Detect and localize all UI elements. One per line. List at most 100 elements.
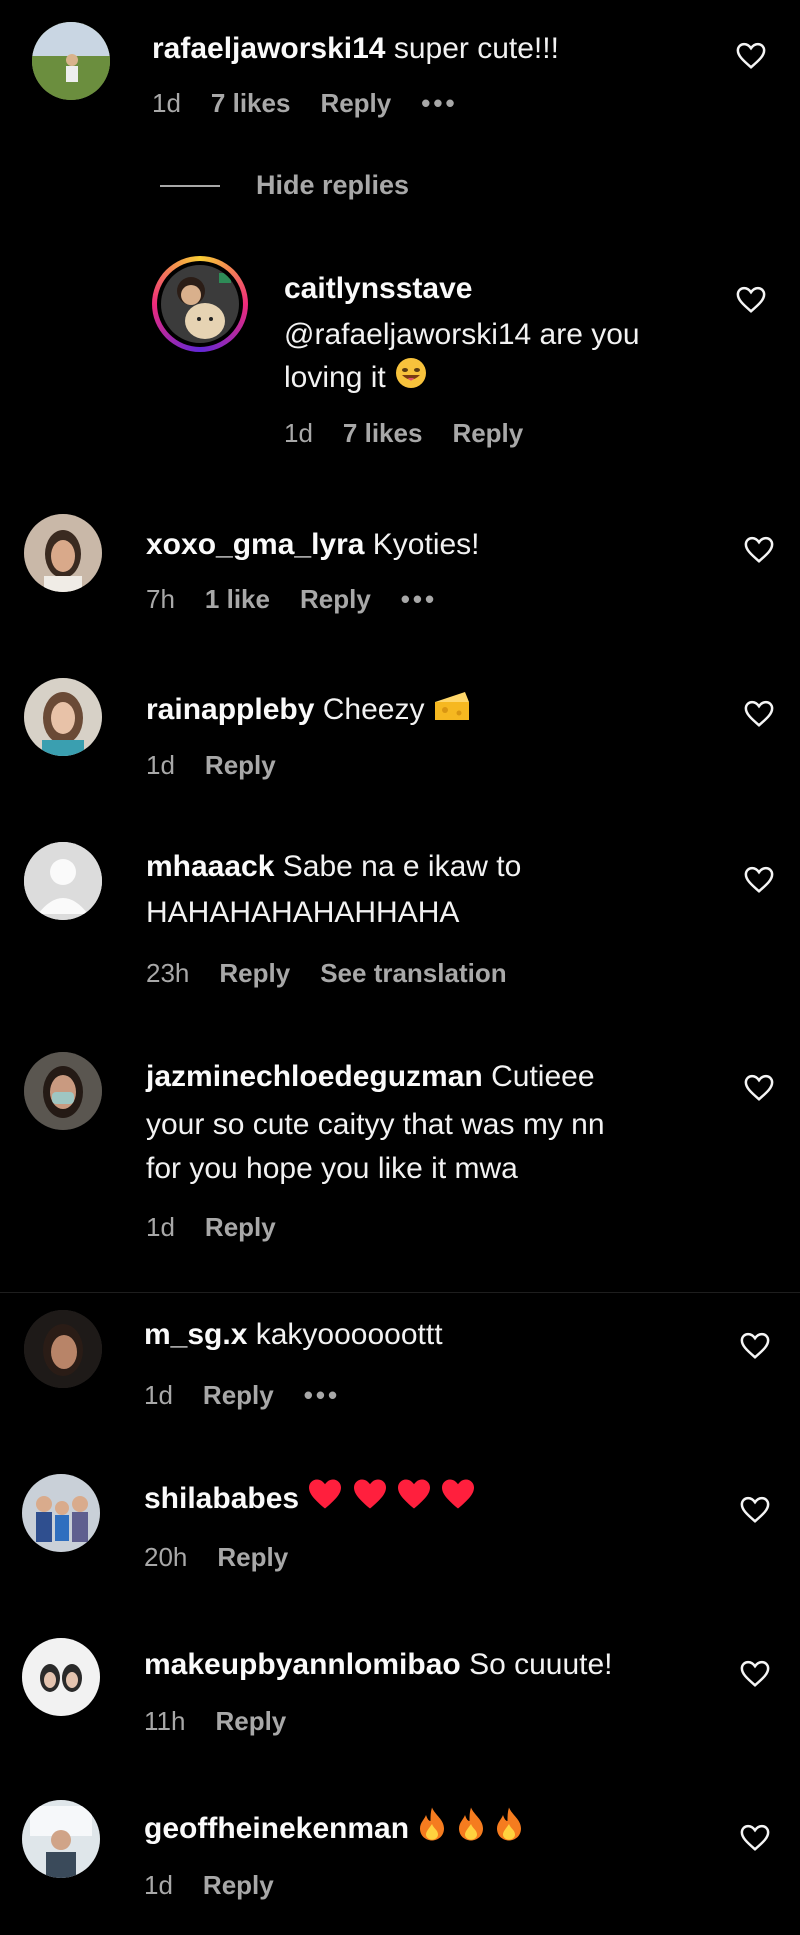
more-dots-icon[interactable]: ••• [304,1380,340,1411]
heart-outline-icon[interactable] [744,866,774,894]
comment-text: geoffheinekenman [144,1806,524,1854]
avatar[interactable] [24,1310,102,1388]
username[interactable]: caitlynsstave [284,272,472,305]
comment-body: So cuuute! [469,1648,613,1681]
reply-button[interactable]: Reply [217,1542,288,1573]
reply-button[interactable]: Reply [452,418,523,449]
comment-body-line3: for you hope you like it mwa [146,1152,518,1185]
divider [0,1292,800,1293]
avatar [161,265,239,343]
comment-body: Kyoties! [372,528,480,561]
username[interactable]: rainappleby [146,693,314,726]
comment-meta: 7h 1 like Reply ••• [146,584,437,615]
red-heart-emoji-icon [396,1478,432,1522]
username[interactable]: shilababes [144,1482,299,1515]
avatar[interactable] [24,678,102,756]
timestamp: 1d [152,88,181,118]
comment-text: makeupbyannlomibao So cuuute! [144,1644,613,1686]
timestamp: 11h [144,1706,186,1736]
reply-button[interactable]: Reply [205,750,276,781]
heart-outline-icon[interactable] [740,1332,770,1360]
avatar-default[interactable] [24,842,102,920]
heart-outline-icon[interactable] [736,42,766,70]
comment-text: jazminechloedeguzman Cutieee [146,1056,595,1098]
avatar[interactable] [22,1800,100,1878]
reply-button[interactable]: Reply [219,958,290,989]
timestamp: 1d [284,418,313,448]
likes-count[interactable]: 1 like [205,584,270,615]
heart-outline-icon[interactable] [744,1074,774,1102]
heart-outline-icon[interactable] [740,1824,770,1852]
comment-meta: 20h Reply [144,1542,288,1573]
username[interactable]: jazminechloedeguzman [146,1060,483,1093]
reply-button[interactable]: Reply [320,88,391,119]
avatar[interactable] [32,22,110,100]
heart-outline-icon[interactable] [744,700,774,728]
heart-outline-icon[interactable] [744,536,774,564]
comment-text: shilababes [144,1478,476,1522]
reply-button[interactable]: Reply [205,1212,276,1243]
comment-body: loving it [284,356,428,402]
reply-button[interactable]: Reply [215,1706,286,1737]
comment-meta: 11h Reply [144,1706,286,1737]
reply-button[interactable]: Reply [203,1870,274,1901]
username[interactable]: xoxo_gma_lyra [146,528,364,561]
comment-body: Cheezy [322,692,425,726]
avatar-story-ring[interactable] [152,256,248,352]
hide-replies-button[interactable]: Hide replies [160,170,409,201]
heart-outline-icon[interactable] [736,286,766,314]
comment-text: xoxo_gma_lyra Kyoties! [146,524,480,566]
avatar[interactable] [24,1052,102,1130]
comment-body: @rafaeljaworski14 are you [284,314,640,356]
avatar[interactable] [22,1474,100,1552]
timestamp: 1d [146,1212,175,1242]
username[interactable]: geoffheinekenman [144,1812,409,1845]
comment-meta: 1d Reply [146,1212,276,1243]
comment-body-line1: Sabe na e ikaw to [282,850,522,883]
comment-body-line1: Cutieee [491,1060,595,1093]
comment-body-line2: loving it [284,360,386,394]
username[interactable]: makeupbyannlomibao [144,1648,461,1681]
timestamp: 7h [146,584,175,614]
fire-emoji-icon [456,1806,486,1854]
divider-line [160,184,220,187]
comment-body-line1: @rafaeljaworski14 are you [284,318,640,351]
likes-count[interactable]: 7 likes [211,88,291,119]
hide-replies-label[interactable]: Hide replies [256,170,409,201]
comment-meta: 1d Reply ••• [144,1380,340,1411]
avatar[interactable] [22,1638,100,1716]
grinning-emoji-icon [394,356,428,402]
cheese-emoji-icon [433,688,471,734]
comment-body: HAHAHAHAHAHHAHA [146,892,459,934]
comment-text: rafaeljaworski14 super cute!!! [152,28,559,70]
likes-count[interactable]: 7 likes [343,418,423,449]
reply-button[interactable]: Reply [203,1380,274,1411]
comment-text: m_sg.x kakyoooooottt [144,1314,443,1356]
comment-meta: 1d Reply [144,1870,274,1901]
comment-text: mhaaack Sabe na e ikaw to [146,846,521,888]
username[interactable]: m_sg.x [144,1318,247,1351]
fire-emoji-icon [494,1806,524,1854]
avatar[interactable] [24,514,102,592]
comment-meta: 23h Reply See translation [146,958,507,989]
heart-outline-icon[interactable] [740,1660,770,1688]
timestamp: 20h [144,1542,188,1572]
more-dots-icon[interactable]: ••• [401,584,437,615]
username[interactable]: rafaeljaworski14 [152,32,385,65]
timestamp: 23h [146,958,190,988]
comment-meta: 1d 7 likes Reply [284,418,523,449]
heart-outline-icon[interactable] [740,1496,770,1524]
comment-body-line2: HAHAHAHAHAHHAHA [146,896,460,929]
reply-button[interactable]: Reply [300,584,371,615]
username[interactable]: mhaaack [146,850,274,883]
see-translation-button[interactable]: See translation [320,958,506,989]
more-dots-icon[interactable]: ••• [421,88,457,119]
comment-meta: 1d 7 likes Reply ••• [152,88,458,119]
comment-meta: 1d Reply [146,750,276,781]
comment-body: kakyoooooottt [255,1318,443,1351]
comment-body: your so cute caityy that was my nn [146,1104,605,1146]
comment-text: rainappleby Cheezy [146,688,471,734]
timestamp: 1d [144,1380,173,1410]
red-heart-emoji-icon [352,1478,388,1522]
comment-body-line2: your so cute caityy that was my nn [146,1108,605,1141]
